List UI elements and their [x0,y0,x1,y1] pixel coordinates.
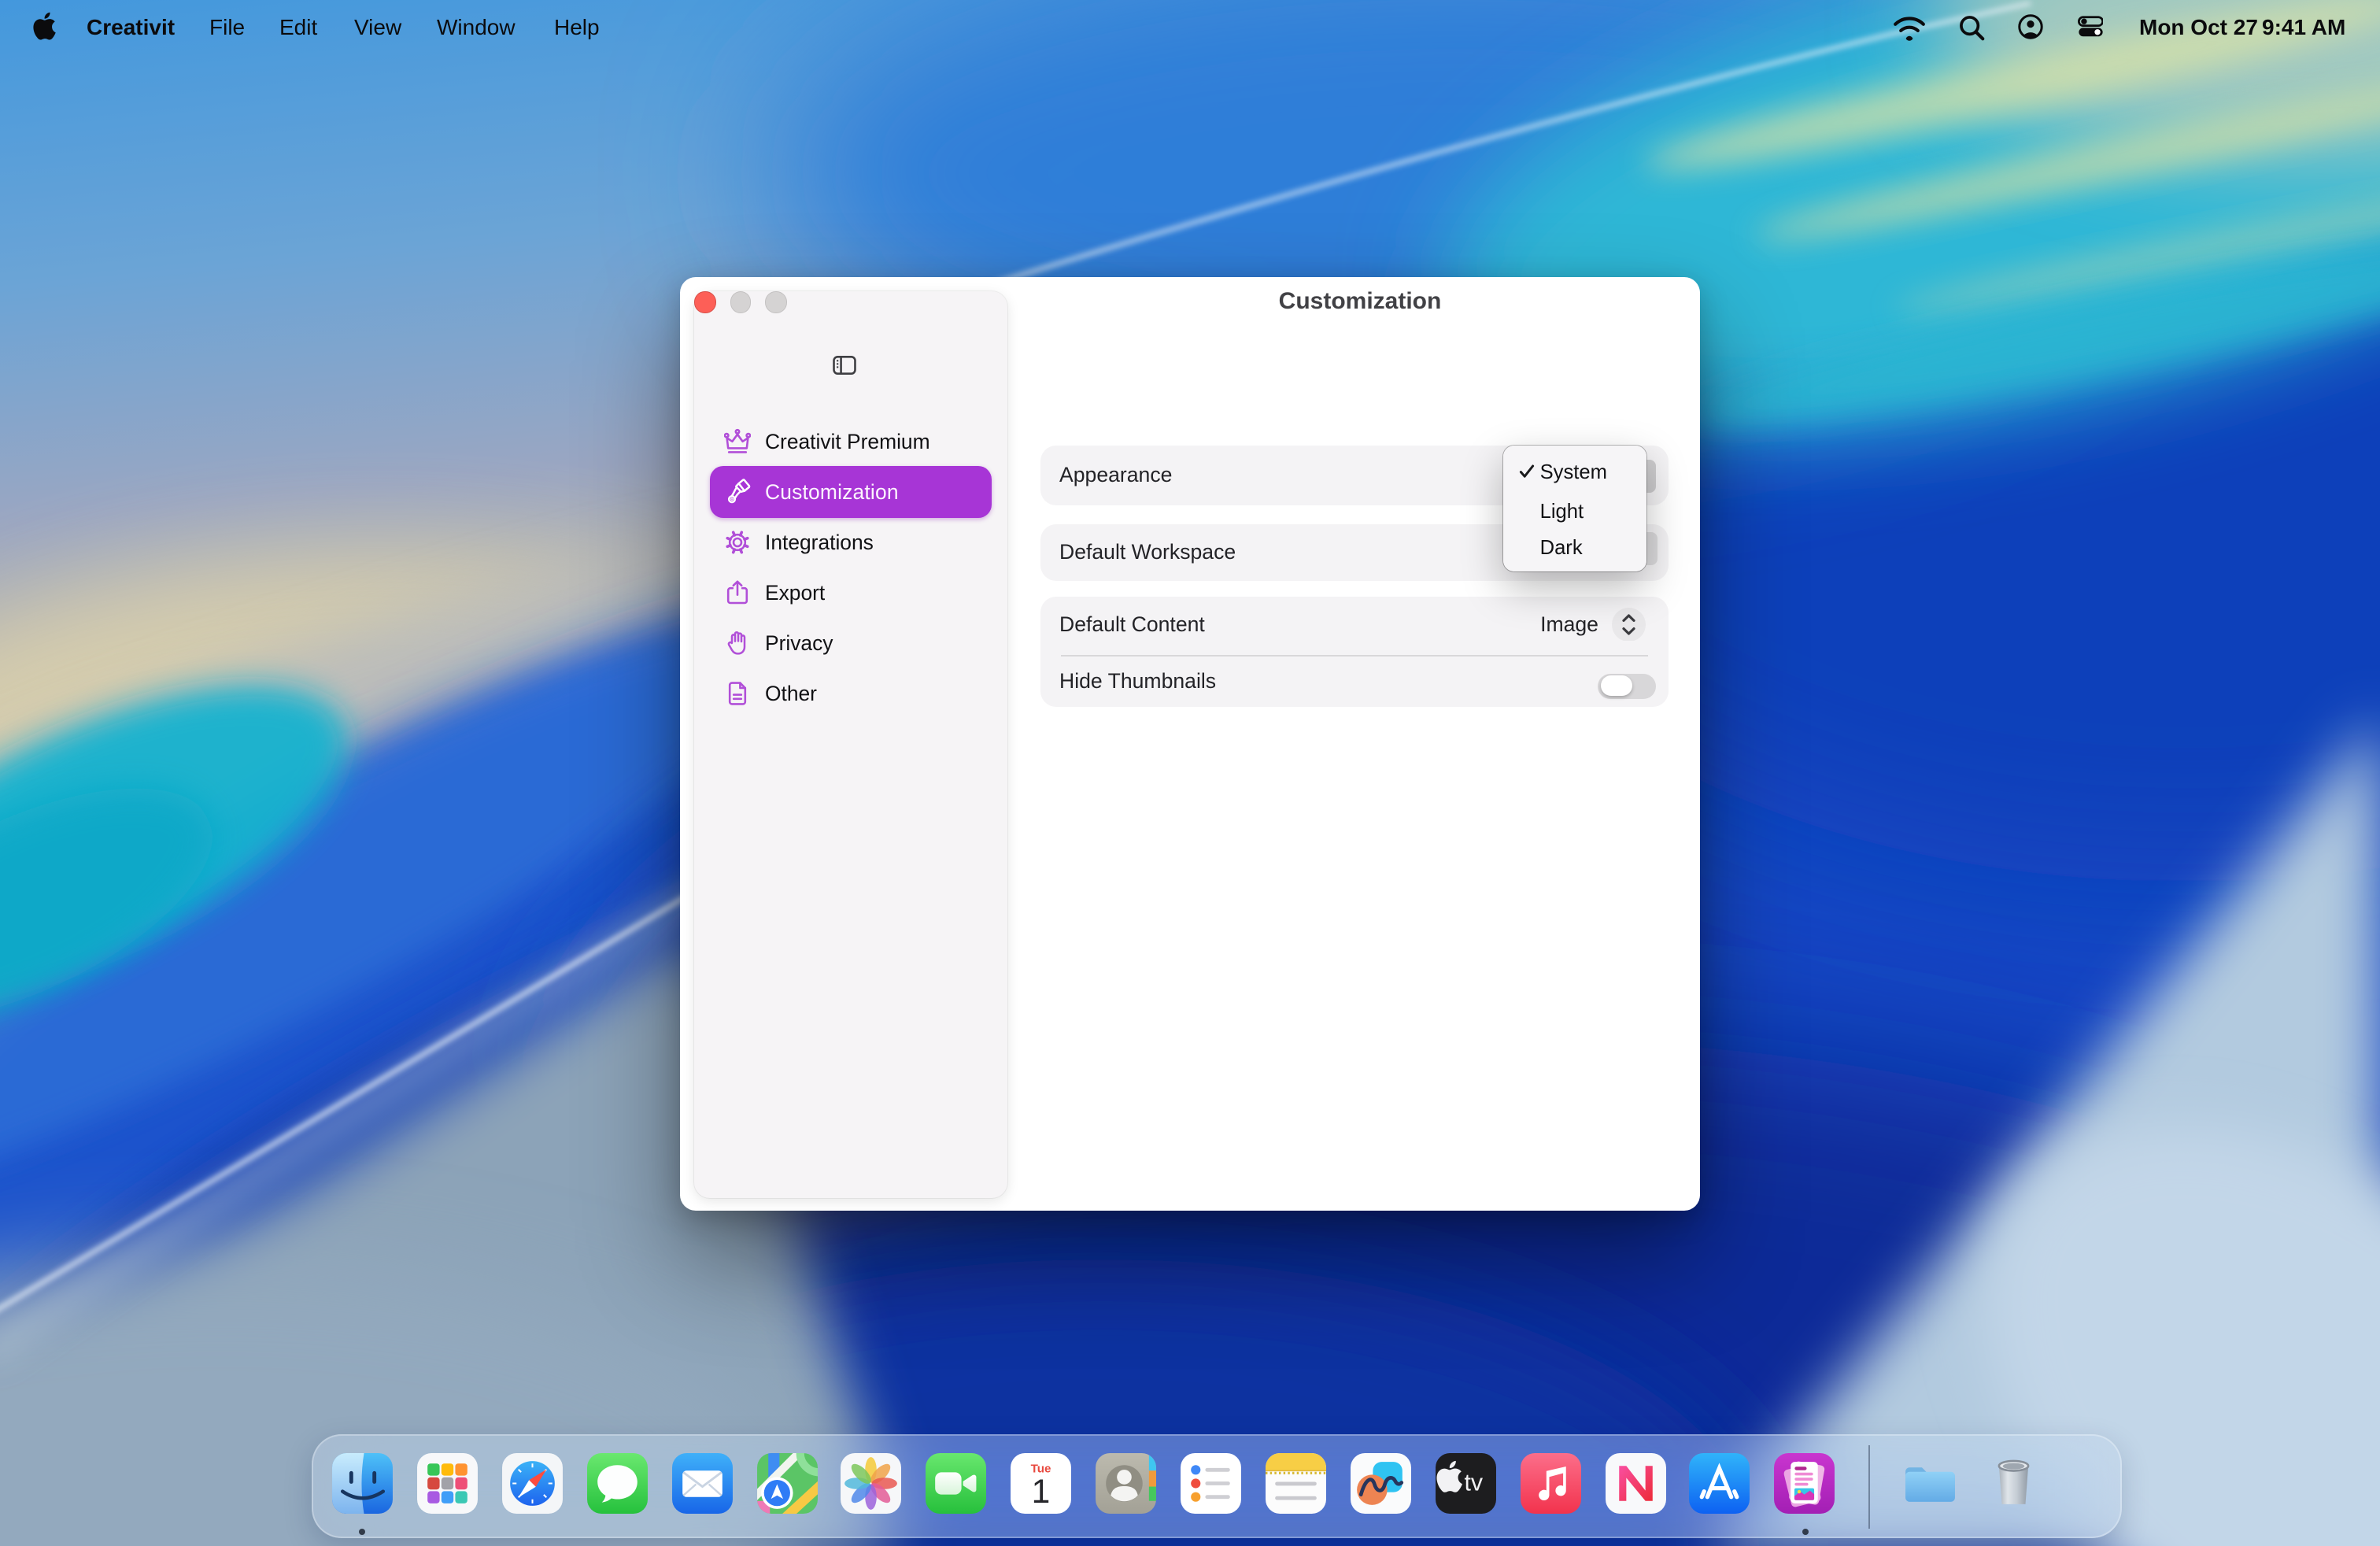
svg-text:tv: tv [1464,1470,1483,1496]
svg-text:1: 1 [1032,1474,1051,1511]
